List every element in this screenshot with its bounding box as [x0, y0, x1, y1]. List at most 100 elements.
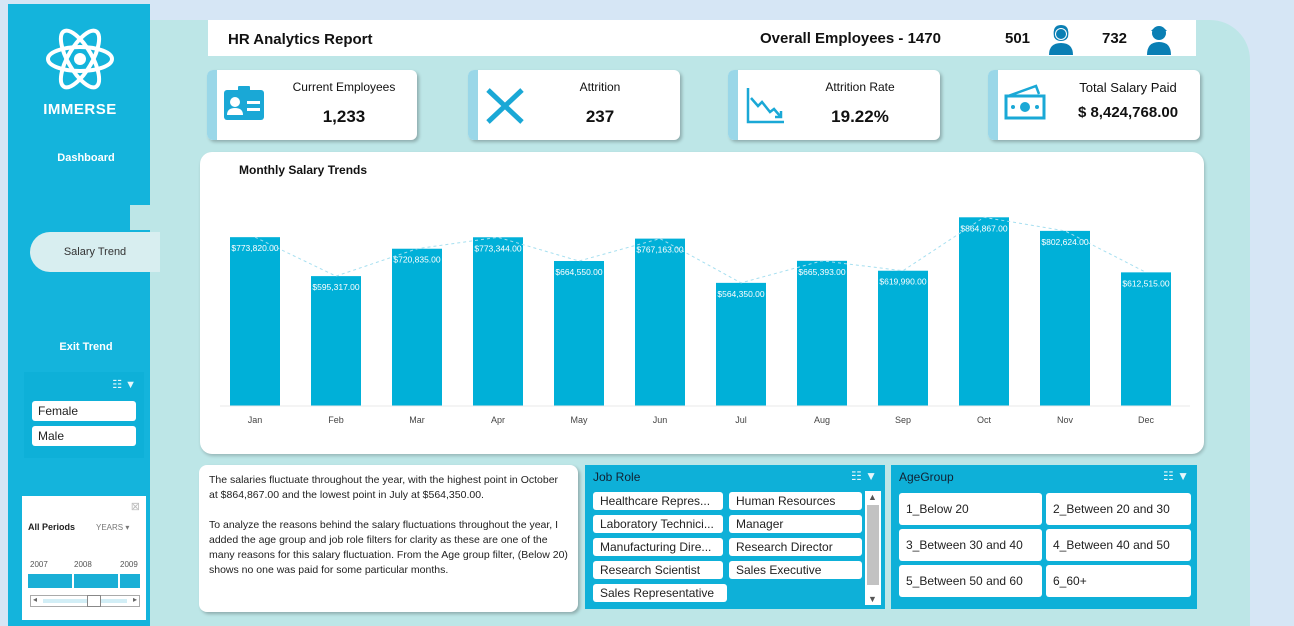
female-user-icon	[1049, 25, 1073, 55]
nav-exit-trend[interactable]: Exit Trend	[22, 341, 150, 353]
bar-data-label: $773,344.00	[474, 243, 522, 253]
report-header: HR Analytics Report Overall Employees - …	[208, 20, 1196, 56]
job-role-item[interactable]: Healthcare Repres...	[593, 492, 723, 510]
x-axis-tick-label: May	[570, 415, 588, 425]
clear-filter-icon[interactable]: ⊠	[131, 500, 140, 513]
kpi-value: 1,233	[322, 107, 366, 126]
x-axis-tick-label: Oct	[977, 415, 992, 425]
x-axis-tick-label: Apr	[491, 415, 505, 425]
age-group-item[interactable]: 2_Between 20 and 30	[1046, 493, 1191, 525]
bar-may[interactable]	[554, 261, 604, 406]
timeline-year: 2009	[120, 560, 138, 569]
scroll-left-icon[interactable]: ◂	[33, 595, 37, 604]
age-group-item[interactable]: 6_60+	[1046, 565, 1191, 597]
atom-logo-icon	[46, 28, 114, 90]
bar-data-label: $564,350.00	[717, 289, 765, 299]
age-group-item[interactable]: 1_Below 20	[899, 493, 1042, 525]
kpi-total-salary: Total Salary Paid $ 8,424,768.00	[988, 70, 1200, 140]
x-axis-tick-label: Jun	[653, 415, 668, 425]
nav-dashboard[interactable]: Dashboard	[22, 152, 150, 164]
kpi-label: Total Salary Paid	[1079, 80, 1177, 95]
id-card-icon	[224, 86, 264, 120]
brand-name: IMMERSE	[43, 101, 117, 118]
money-bill-icon	[1004, 84, 1046, 120]
bar-mar[interactable]	[392, 248, 442, 406]
bar-sep[interactable]	[878, 270, 928, 406]
bar-data-label: $612,515.00	[1122, 278, 1170, 288]
job-role-item[interactable]: Sales Executive	[729, 561, 862, 579]
job-role-item[interactable]: Research Scientist	[593, 561, 723, 579]
bar-nov[interactable]	[1040, 230, 1090, 406]
slicer-multiselect-filter-icons[interactable]: ☷ ▼	[1163, 469, 1189, 483]
bar-data-label: $720,835.00	[393, 255, 441, 265]
bar-data-label: $664,550.00	[555, 267, 603, 277]
kpi-attrition: Attrition 237	[468, 70, 680, 140]
bar-data-label: $773,820.00	[231, 243, 279, 253]
timeline-slicer: ⊠ All Periods YEARS ▾ 2007 2008 2009 ◂ ▸	[22, 496, 146, 620]
trend-line	[254, 216, 1147, 284]
bar-jan[interactable]	[230, 237, 280, 406]
gender-item-female[interactable]: Female	[32, 401, 136, 421]
scroll-right-icon[interactable]: ▸	[133, 595, 137, 604]
timeline-period-label: All Periods	[28, 522, 76, 532]
x-axis-tick-label: Dec	[1138, 415, 1155, 425]
x-axis-tick-label: Feb	[328, 415, 344, 425]
bar-data-label: $595,317.00	[312, 282, 360, 292]
x-axis-tick-label: Mar	[409, 415, 425, 425]
close-x-icon	[486, 88, 524, 124]
chart-title: Monthly Salary Trends	[239, 163, 368, 177]
nav-salary-trend[interactable]: Salary Trend	[30, 232, 160, 272]
slicer-title: Job Role	[593, 470, 641, 484]
x-axis-tick-label: Sep	[895, 415, 911, 425]
job-role-item[interactable]: Human Resources	[729, 492, 862, 510]
scroll-down-icon[interactable]: ▼	[868, 594, 877, 604]
job-role-scrollbar[interactable]: ▲ ▼	[865, 491, 881, 605]
analysis-text-box: The salaries fluctuate throughout the ye…	[199, 465, 578, 612]
slicer-multiselect-filter-icons[interactable]: ☷ ▼	[851, 469, 877, 483]
timeline-bar[interactable]	[28, 574, 140, 588]
kpi-current-employees: Current Employees 1,233	[207, 70, 417, 140]
gender-item-male[interactable]: Male	[32, 426, 136, 446]
bar-aug[interactable]	[797, 260, 847, 406]
bar-apr[interactable]	[473, 237, 523, 406]
timeline-year: 2007	[30, 560, 48, 569]
age-group-item[interactable]: 3_Between 30 and 40	[899, 529, 1042, 561]
timeline-scroll-thumb[interactable]	[87, 595, 101, 607]
bar-jul[interactable]	[716, 282, 766, 406]
bar-oct[interactable]	[959, 217, 1009, 406]
declining-chart-icon	[746, 88, 784, 124]
job-role-item[interactable]: Manufacturing Dire...	[593, 538, 723, 556]
job-role-item[interactable]: Laboratory Technici...	[593, 515, 723, 533]
bar-data-label: $665,393.00	[798, 267, 846, 277]
overall-employees: Overall Employees - 1470	[760, 30, 941, 47]
timeline-year: 2008	[74, 560, 92, 569]
female-count: 501	[1005, 30, 1031, 47]
age-group-item[interactable]: 5_Between 50 and 60	[899, 565, 1042, 597]
slicer-title: AgeGroup	[899, 470, 954, 484]
job-role-item[interactable]: Sales Representative	[593, 584, 727, 602]
timeline-scrollbar[interactable]: ◂ ▸	[30, 595, 140, 607]
kpi-value: 19.22%	[831, 107, 889, 126]
monthly-salary-chart: $773,820.00 Jan $595,317.00 Feb $720,835.00 M…	[200, 152, 1204, 454]
kpi-value: $ 8,424,768.00	[1077, 104, 1179, 121]
timeline-unit-dropdown[interactable]: YEARS ▾	[96, 523, 129, 532]
male-count: 732	[1102, 30, 1128, 47]
bar-jun[interactable]	[635, 238, 685, 406]
scroll-up-icon[interactable]: ▲	[868, 492, 877, 502]
scroll-thumb[interactable]	[867, 505, 879, 585]
x-axis-tick-label: Nov	[1057, 415, 1074, 425]
age-group-item[interactable]: 4_Between 40 and 50	[1046, 529, 1191, 561]
kpi-attrition-rate: Attrition Rate 19.22%	[728, 70, 940, 140]
slicer-multiselect-filter-icons[interactable]: ☷ ▼	[112, 378, 136, 391]
analysis-paragraph: To analyze the reasons behind the salary…	[209, 519, 568, 576]
gender-slicer: ☷ ▼ Female Male	[24, 372, 144, 458]
kpi-label: Attrition Rate	[825, 80, 895, 94]
bar-dec[interactable]	[1121, 272, 1171, 406]
analysis-paragraph: The salaries fluctuate throughout the ye…	[209, 474, 559, 501]
job-role-item[interactable]: Research Director	[729, 538, 862, 556]
job-role-item[interactable]: Manager	[729, 515, 862, 533]
job-role-slicer: Job Role ☷ ▼ Healthcare Repres... Human …	[585, 465, 885, 609]
page-title: HR Analytics Report	[228, 31, 373, 48]
bar-feb[interactable]	[311, 276, 361, 406]
x-axis-tick-label: Jul	[735, 415, 747, 425]
